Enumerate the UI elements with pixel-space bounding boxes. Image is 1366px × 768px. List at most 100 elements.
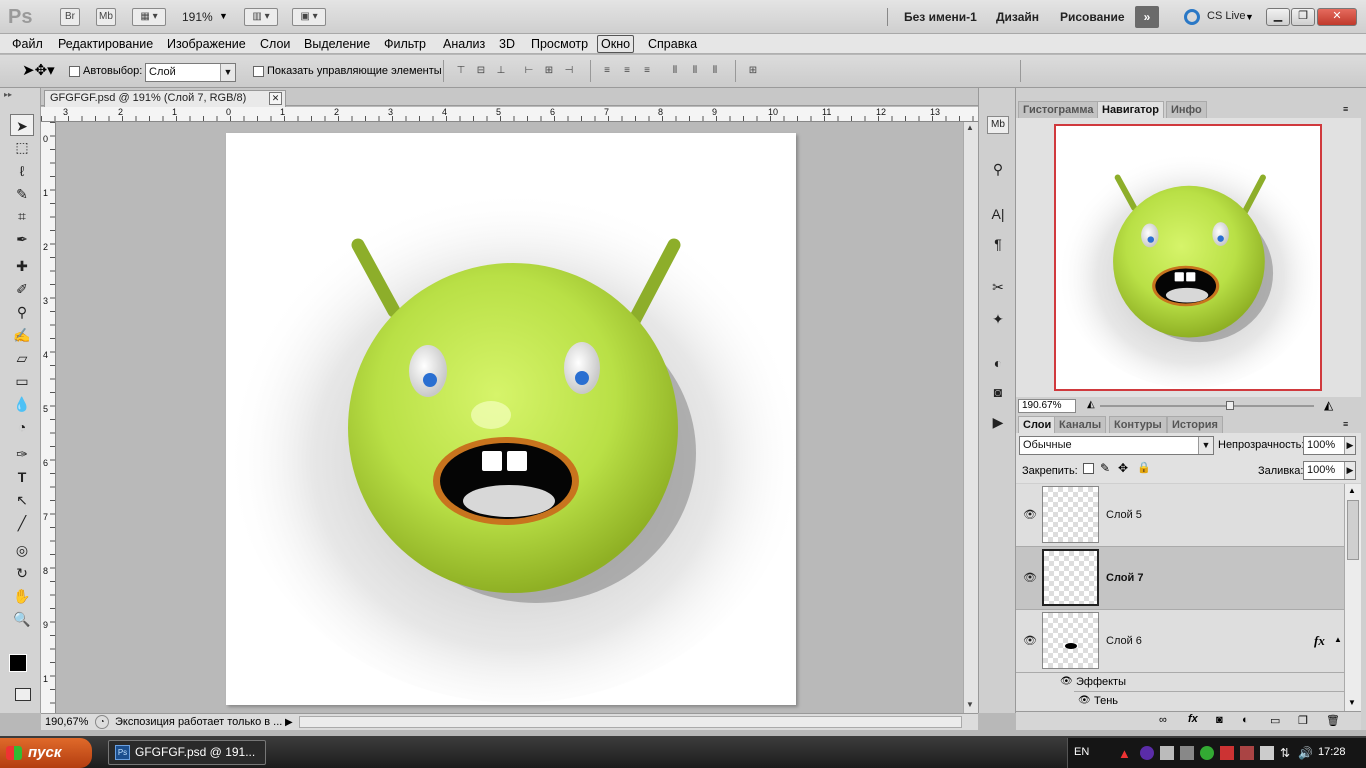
workspace-painting[interactable]: Рисование bbox=[1060, 10, 1125, 24]
zoom-dropdown-icon[interactable]: ▼ bbox=[219, 11, 228, 21]
character-panel-icon[interactable]: A| bbox=[987, 203, 1009, 225]
status-zoom[interactable]: 190,67% bbox=[45, 715, 88, 730]
clone-stamp-tool-icon[interactable]: ⚲ bbox=[10, 301, 34, 323]
language-indicator[interactable]: EN bbox=[1074, 746, 1089, 758]
visibility-eye-icon[interactable]: 👁 bbox=[1023, 571, 1037, 584]
expand-effects-icon[interactable]: ▲ bbox=[1334, 635, 1342, 644]
status-info-icon[interactable]: ◔ bbox=[95, 715, 109, 729]
menu-help[interactable]: Справка bbox=[648, 37, 697, 51]
clone-source-icon[interactable]: ⚲ bbox=[987, 158, 1009, 180]
align-top-icon[interactable]: ⊤ bbox=[454, 64, 468, 77]
autoselect-dropdown[interactable]: Слой ▼ bbox=[145, 63, 236, 82]
scroll-up-icon[interactable]: ▲ bbox=[966, 123, 974, 132]
tray-app-icon[interactable] bbox=[1160, 746, 1174, 760]
navigator-thumbnail[interactable] bbox=[1054, 124, 1324, 391]
lasso-tool-icon[interactable]: ℓ bbox=[10, 160, 34, 182]
add-mask-icon[interactable]: ◙ bbox=[1216, 714, 1223, 726]
tab-info[interactable]: Инфо bbox=[1166, 101, 1207, 119]
navigator-zoom-field[interactable]: 190.67% bbox=[1018, 399, 1076, 413]
add-style-icon[interactable]: fx bbox=[1188, 713, 1198, 725]
brush-presets-icon[interactable]: ✦ bbox=[987, 308, 1009, 330]
scroll-thumb[interactable] bbox=[1347, 500, 1359, 560]
minimize-button[interactable]: ▁ bbox=[1266, 8, 1290, 26]
document-tab[interactable]: GFGFGF.psd @ 191% (Слой 7, RGB/8) ✕ bbox=[44, 90, 286, 107]
paragraph-panel-icon[interactable]: ¶ bbox=[987, 233, 1009, 255]
zoom-out-icon[interactable]: ◭ bbox=[1087, 399, 1095, 410]
visibility-eye-icon[interactable]: 👁 bbox=[1023, 508, 1037, 521]
distribute-left-icon[interactable]: ⫴ bbox=[668, 64, 682, 77]
layer-row-selected[interactable]: 👁 Слой 7 bbox=[1016, 547, 1344, 610]
opacity-field[interactable]: 100% ▶ bbox=[1303, 436, 1356, 455]
workspace-design[interactable]: Дизайн bbox=[996, 10, 1039, 24]
volume-icon[interactable]: 🔊 bbox=[1298, 746, 1313, 760]
lock-position-icon[interactable]: ✥ bbox=[1118, 461, 1128, 475]
crop-tool-icon[interactable]: ⌗ bbox=[10, 205, 34, 227]
menu-file[interactable]: Файл bbox=[12, 37, 43, 51]
slider-thumb[interactable] bbox=[1226, 401, 1234, 410]
tray-app-icon[interactable] bbox=[1200, 746, 1214, 760]
network-icon[interactable]: ⇅ bbox=[1280, 746, 1290, 760]
align-hcenter-icon[interactable]: ⊞ bbox=[542, 64, 556, 77]
trash-icon[interactable]: 🗑 bbox=[1326, 714, 1340, 727]
menu-image[interactable]: Изображение bbox=[167, 37, 246, 51]
actions-icon[interactable]: ▶ bbox=[987, 411, 1009, 433]
restore-button[interactable]: ❐ bbox=[1291, 8, 1315, 26]
distribute-top-icon[interactable]: ≡ bbox=[600, 64, 614, 77]
eraser-tool-icon[interactable]: ▱ bbox=[10, 347, 34, 369]
tray-app-icon[interactable] bbox=[1260, 746, 1274, 760]
align-left-icon[interactable]: ⊢ bbox=[522, 64, 536, 77]
healing-brush-tool-icon[interactable]: ✚ bbox=[10, 255, 34, 277]
dodge-tool-icon[interactable]: ◔ bbox=[10, 416, 34, 438]
hand-tool-icon[interactable]: ✋ bbox=[10, 585, 34, 607]
minibridge-button[interactable]: Mb bbox=[96, 8, 116, 26]
eyedropper-tool-icon[interactable]: ✒ bbox=[10, 228, 34, 250]
fx-badge[interactable]: fx bbox=[1314, 633, 1325, 649]
minibridge-panel-icon[interactable]: Mb bbox=[987, 116, 1009, 134]
quick-selection-tool-icon[interactable]: ✎ bbox=[10, 183, 34, 205]
view-extras-button[interactable]: ▦ ▾ bbox=[132, 8, 166, 26]
3d-rotate-tool-icon[interactable]: ◎ bbox=[10, 539, 34, 561]
cslive-icon[interactable] bbox=[1184, 9, 1200, 25]
pen-tool-icon[interactable]: ✑ bbox=[10, 443, 34, 465]
menu-layers[interactable]: Слои bbox=[260, 37, 290, 51]
auto-align-layers-icon[interactable]: ⊞ bbox=[746, 64, 760, 77]
scroll-down-icon[interactable]: ▼ bbox=[1348, 698, 1356, 707]
effect-eye-icon[interactable]: 👁 bbox=[1078, 695, 1091, 706]
menu-edit[interactable]: Редактирование bbox=[58, 37, 153, 51]
tray-app-icon[interactable] bbox=[1240, 746, 1254, 760]
layers-scrollbar[interactable]: ▲ ▼ bbox=[1344, 484, 1361, 711]
path-selection-tool-icon[interactable]: ↖ bbox=[10, 489, 34, 511]
panel-menu-icon[interactable]: ≡ bbox=[1343, 104, 1348, 114]
layer-row[interactable]: 👁 Слой 5 bbox=[1016, 484, 1344, 547]
brush-tool-icon[interactable]: ✐ bbox=[10, 278, 34, 300]
screen-mode-button[interactable]: ▣ ▾ bbox=[292, 8, 326, 26]
new-group-icon[interactable]: ▭ bbox=[1270, 714, 1280, 727]
workspace-current[interactable]: Без имени-1 bbox=[904, 10, 977, 24]
distribute-right-icon[interactable]: ⫴ bbox=[708, 64, 722, 77]
type-tool-icon[interactable]: T bbox=[10, 466, 34, 488]
new-layer-icon[interactable]: ❐ bbox=[1298, 714, 1308, 727]
marquee-tool-icon[interactable]: ⬚ bbox=[10, 136, 34, 158]
effects-eye-icon[interactable]: 👁 bbox=[1060, 676, 1073, 687]
panel-menu-icon[interactable]: ≡ bbox=[1343, 419, 1348, 429]
tray-app-icon[interactable] bbox=[1140, 746, 1154, 760]
layer-row[interactable]: 👁 Слой 6 fx ▲ bbox=[1016, 610, 1344, 673]
adjustment-layer-icon[interactable]: ◐ bbox=[1242, 714, 1249, 726]
lock-transparency-icon[interactable] bbox=[1083, 463, 1094, 474]
tab-channels[interactable]: Каналы bbox=[1054, 416, 1107, 434]
quick-mask-icon[interactable] bbox=[15, 688, 31, 701]
status-menu-arrow-icon[interactable]: ▶ bbox=[285, 715, 293, 730]
tab-paths[interactable]: Контуры bbox=[1109, 416, 1167, 434]
distribute-hcenter-icon[interactable]: ⫴ bbox=[688, 64, 702, 77]
cslive-label[interactable]: CS Live bbox=[1207, 10, 1246, 22]
tool-presets-icon[interactable]: ✂ bbox=[987, 276, 1009, 298]
gradient-tool-icon[interactable]: ▭ bbox=[10, 370, 34, 392]
vertical-scrollbar[interactable]: ▲ ▼ bbox=[963, 122, 978, 713]
scroll-up-icon[interactable]: ▲ bbox=[1348, 486, 1356, 495]
tab-navigator[interactable]: Навигатор bbox=[1097, 101, 1164, 119]
zoom-level[interactable]: 191% bbox=[182, 10, 213, 24]
navigator-zoom-slider[interactable] bbox=[1100, 405, 1314, 407]
menu-analysis[interactable]: Анализ bbox=[443, 37, 485, 51]
zoom-in-icon[interactable]: ◭ bbox=[1324, 398, 1333, 412]
align-bottom-icon[interactable]: ⊥ bbox=[494, 64, 508, 77]
